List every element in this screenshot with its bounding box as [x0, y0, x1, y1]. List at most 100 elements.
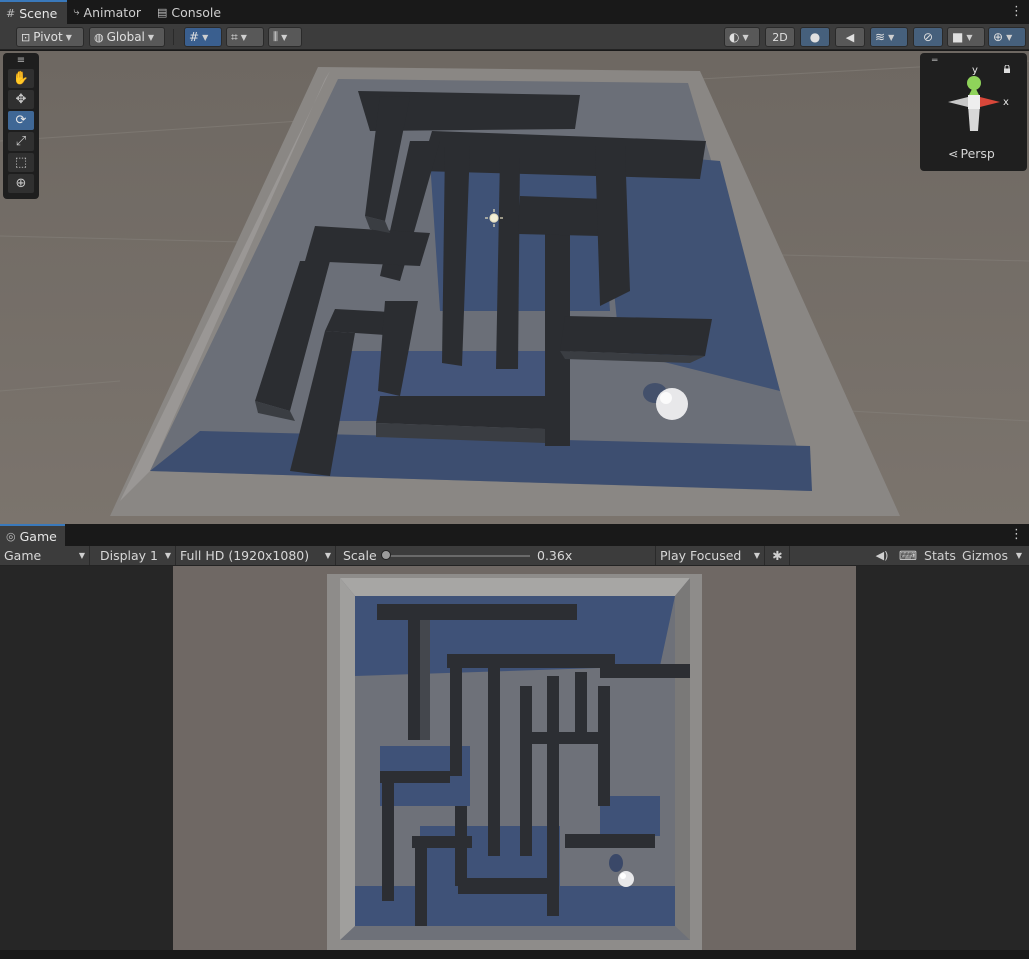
tab-label: Game — [19, 528, 57, 544]
stats-toggle[interactable]: Stats — [922, 546, 958, 565]
layers-icon: ≋ — [875, 30, 886, 44]
2d-label: 2D — [772, 30, 788, 44]
grid-icon: # — [6, 6, 16, 20]
axis-gizmo-icon[interactable]: y x — [920, 53, 1027, 143]
play-mode-dropdown[interactable]: Play Focused ▼ — [655, 546, 765, 565]
lightbulb-icon: ● — [809, 30, 821, 44]
tab-label: Animator — [83, 4, 141, 20]
scale-label: Scale — [343, 548, 377, 563]
chevron-down-icon: ▼ — [240, 32, 247, 42]
scene-toolbar: ⊡ Pivot ▼ ◍ Global ▼ # ▼ ⌗ ▼ ⫼ ▼ ◐ ▼ 2D … — [0, 24, 1029, 50]
chevron-down-icon: ▼ — [324, 551, 331, 560]
mute-audio-toggle[interactable]: ◀) — [870, 546, 894, 565]
rect-tool-button[interactable]: ⬚ — [8, 153, 34, 172]
scale-value: 0.36x — [537, 548, 573, 563]
game-toolbar: Game ▼ Display 1 ▼ Full HD (1920x1080) ▼… — [0, 546, 1029, 566]
grip-handle-icon[interactable]: ≡ — [3, 53, 39, 67]
tab-label: Console — [171, 4, 222, 20]
chevron-down-icon: ▼ — [888, 32, 895, 42]
increment-snap-button[interactable]: ⫼ ▼ — [268, 27, 302, 47]
display-dropdown[interactable]: Display 1 ▼ — [96, 546, 176, 565]
scale-tool-button[interactable]: ⤢ — [8, 132, 34, 151]
resolution-label: Full HD (1920x1080) — [180, 548, 310, 563]
global-label: Global — [106, 30, 145, 44]
pivot-dropdown[interactable]: ⊡ Pivot ▼ — [16, 27, 84, 47]
eye-hidden-icon: ⊘ — [922, 30, 934, 44]
chevron-down-icon: ▼ — [1006, 32, 1013, 42]
tab-scene[interactable]: # Scene — [0, 0, 68, 24]
tab-game[interactable]: ◎ Game — [0, 524, 65, 546]
game-view-dropdown[interactable]: Game ▼ — [0, 546, 90, 565]
rotate-icon: ⟳ — [15, 113, 27, 128]
resolution-dropdown[interactable]: Full HD (1920x1080) ▼ — [176, 546, 336, 565]
chevron-down-icon: ▼ — [78, 551, 85, 560]
tab-animator[interactable]: ⤷ Animator — [67, 0, 151, 24]
hand-tool-button[interactable]: ✋ — [8, 69, 34, 88]
play-mode-label: Play Focused — [660, 548, 742, 563]
chevron-down-icon: ▼ — [65, 32, 72, 42]
globe-icon: ◍ — [94, 30, 104, 44]
scale-slider-thumb[interactable] — [381, 550, 391, 560]
audio-mute-icon: ◀ — [845, 30, 855, 44]
pivot-label: Pivot — [33, 30, 63, 44]
rect-icon: ⬚ — [14, 155, 28, 170]
ruler-icon: ⫼ — [273, 30, 279, 43]
speaker-icon: ◀) — [875, 549, 889, 562]
scene-menu-kebab-icon[interactable]: ⋮ — [1010, 4, 1023, 20]
persp-toggle[interactable]: ⋖ Persp — [948, 146, 995, 161]
transform-icon: ⊕ — [15, 176, 27, 191]
global-dropdown[interactable]: ◍ Global ▼ — [89, 27, 165, 47]
draw-mode-dropdown[interactable]: ◐ ▼ — [724, 27, 760, 47]
tab-label: Scene — [19, 5, 58, 21]
chevron-down-icon: ▼ — [202, 32, 209, 42]
chevron-down-icon: ▼ — [281, 32, 288, 42]
keyboard-icon: ⌨ — [898, 548, 918, 563]
gizmos-dropdown[interactable]: ▼ — [1012, 546, 1026, 565]
chevron-down-icon: ▼ — [753, 551, 760, 560]
2d-toggle[interactable]: 2D — [765, 27, 795, 47]
tool-palette: ≡ ✋ ✥ ⟳ ⤢ ⬚ ⊕ — [3, 53, 39, 199]
move-tool-button[interactable]: ✥ — [8, 90, 34, 109]
snap-increment-button[interactable]: ⌗ ▼ — [226, 27, 264, 47]
hand-icon: ✋ — [12, 71, 30, 86]
chevron-down-icon: ▼ — [147, 32, 155, 42]
stats-label: Stats — [924, 548, 956, 563]
debug-toggle[interactable]: ✱ — [766, 546, 790, 565]
snap-grid-icon: ⌗ — [231, 29, 238, 44]
scale-slider-track[interactable] — [384, 555, 530, 557]
maze-scene-render — [0, 51, 1029, 524]
console-icon: ▤ — [157, 5, 168, 19]
gamepad-icon: ◎ — [6, 529, 16, 543]
tab-console[interactable]: ▤ Console — [151, 0, 231, 24]
gizmos-scene-dropdown[interactable]: ⊕ ▼ — [988, 27, 1026, 47]
maze-game-render — [173, 566, 856, 950]
chevron-down-icon: ▼ — [164, 551, 171, 560]
visibility-toggle[interactable]: ⊘ — [913, 27, 943, 47]
animator-icon: ⤷ — [73, 5, 80, 18]
effects-dropdown[interactable]: ≋ ▼ — [870, 27, 908, 47]
grid-snap-button[interactable]: # ▼ — [184, 27, 222, 47]
chevron-down-icon: ▼ — [742, 32, 749, 42]
gizmos-toggle[interactable]: Gizmos — [960, 546, 1010, 565]
lighting-toggle[interactable]: ● — [800, 27, 830, 47]
audio-toggle[interactable]: ◀ — [835, 27, 865, 47]
rotate-tool-button[interactable]: ⟳ — [8, 111, 34, 130]
bug-icon: ✱ — [772, 548, 783, 563]
shortcuts-toggle[interactable]: ⌨ — [896, 546, 920, 565]
camera-icon: ■ — [952, 30, 964, 44]
game-tabbar: ◎ Game ⋮ — [0, 524, 1029, 546]
display-label: Display 1 — [100, 548, 159, 563]
transform-tool-button[interactable]: ⊕ — [8, 174, 34, 193]
game-menu-kebab-icon[interactable]: ⋮ — [1010, 527, 1023, 543]
svg-text:y: y — [972, 65, 978, 76]
perspective-icon: ⋖ — [948, 146, 959, 161]
move-icon: ✥ — [15, 92, 27, 107]
persp-label: Persp — [960, 146, 995, 161]
scene-viewport[interactable] — [0, 51, 1029, 524]
view-select-label: Game — [4, 548, 42, 563]
gizmos-label: Gizmos — [961, 548, 1009, 563]
game-viewport[interactable] — [0, 566, 1029, 950]
orientation-gizmo[interactable]: ═ y x ⋖ Persp — [920, 53, 1027, 171]
grid-snap-icon: # — [189, 30, 200, 44]
camera-dropdown[interactable]: ■ ▼ — [947, 27, 985, 47]
